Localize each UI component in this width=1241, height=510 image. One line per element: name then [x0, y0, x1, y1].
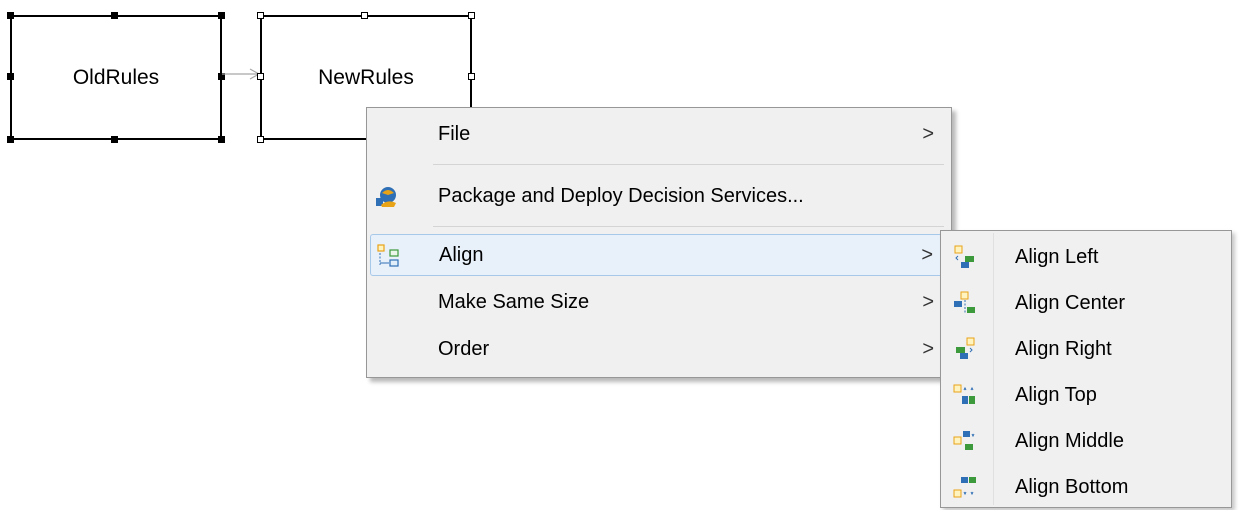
- package-deploy-icon: [374, 183, 398, 207]
- resize-handle[interactable]: [257, 73, 264, 80]
- menu-item-align[interactable]: Align >: [370, 234, 948, 276]
- menu-item-order[interactable]: Order >: [370, 328, 948, 370]
- menu-item-label: Package and Deploy Decision Services...: [438, 184, 804, 207]
- connection-arrow[interactable]: [222, 60, 262, 86]
- align-submenu: Align Left Align Center Align Right Alig…: [940, 230, 1232, 508]
- resize-handle[interactable]: [468, 12, 475, 19]
- submenu-item-align-middle[interactable]: Align Middle: [943, 418, 1229, 464]
- menu-item-label: Align: [439, 243, 484, 266]
- diagram-canvas[interactable]: OldRules NewRules File > Package and Dep…: [0, 0, 1241, 510]
- align-icon: [375, 243, 399, 267]
- submenu-item-align-top[interactable]: Align Top: [943, 372, 1229, 418]
- resize-handle[interactable]: [257, 12, 264, 19]
- menu-item-label: Order: [438, 337, 490, 360]
- node-oldrules[interactable]: OldRules: [7, 12, 225, 143]
- resize-handle[interactable]: [111, 12, 118, 19]
- align-center-icon: [953, 291, 977, 315]
- submenu-item-align-bottom[interactable]: Align Bottom: [943, 464, 1229, 510]
- menu-item-make-same-size[interactable]: Make Same Size >: [370, 281, 948, 323]
- resize-handle[interactable]: [7, 73, 14, 80]
- submenu-item-align-left[interactable]: Align Left: [943, 234, 1229, 280]
- menu-item-label: File: [438, 122, 471, 145]
- resize-handle[interactable]: [257, 136, 264, 143]
- menu-separator: [433, 226, 944, 227]
- submenu-item-label: Align Left: [1015, 245, 1099, 268]
- align-middle-icon: [953, 429, 977, 453]
- submenu-item-label: Align Middle: [1015, 429, 1124, 452]
- submenu-arrow-icon: >: [922, 337, 934, 360]
- menu-separator: [433, 164, 944, 165]
- submenu-item-align-center[interactable]: Align Center: [943, 280, 1229, 326]
- align-right-icon: [953, 337, 977, 361]
- submenu-arrow-icon: >: [921, 243, 933, 266]
- align-top-icon: [953, 383, 977, 407]
- menu-item-file[interactable]: File >: [370, 113, 948, 155]
- node-label: OldRules: [72, 65, 160, 89]
- resize-handle[interactable]: [361, 12, 368, 19]
- resize-handle[interactable]: [218, 136, 225, 143]
- resize-handle[interactable]: [468, 73, 475, 80]
- submenu-item-label: Align Bottom: [1015, 475, 1129, 498]
- resize-handle[interactable]: [7, 12, 14, 19]
- menu-item-package-deploy[interactable]: Package and Deploy Decision Services...: [370, 175, 948, 217]
- resize-handle[interactable]: [7, 136, 14, 143]
- node-label: NewRules: [318, 65, 414, 89]
- submenu-item-label: Align Center: [1015, 291, 1126, 314]
- submenu-item-label: Align Top: [1015, 383, 1097, 406]
- context-menu: File > Package and Deploy Decision Servi…: [366, 107, 952, 378]
- submenu-arrow-icon: >: [922, 122, 934, 145]
- resize-handle[interactable]: [218, 12, 225, 19]
- align-left-icon: [953, 245, 977, 269]
- menu-item-label: Make Same Size: [438, 290, 590, 313]
- submenu-item-label: Align Right: [1015, 337, 1112, 360]
- resize-handle[interactable]: [111, 136, 118, 143]
- align-bottom-icon: [953, 475, 977, 499]
- submenu-arrow-icon: >: [922, 290, 934, 313]
- submenu-item-align-right[interactable]: Align Right: [943, 326, 1229, 372]
